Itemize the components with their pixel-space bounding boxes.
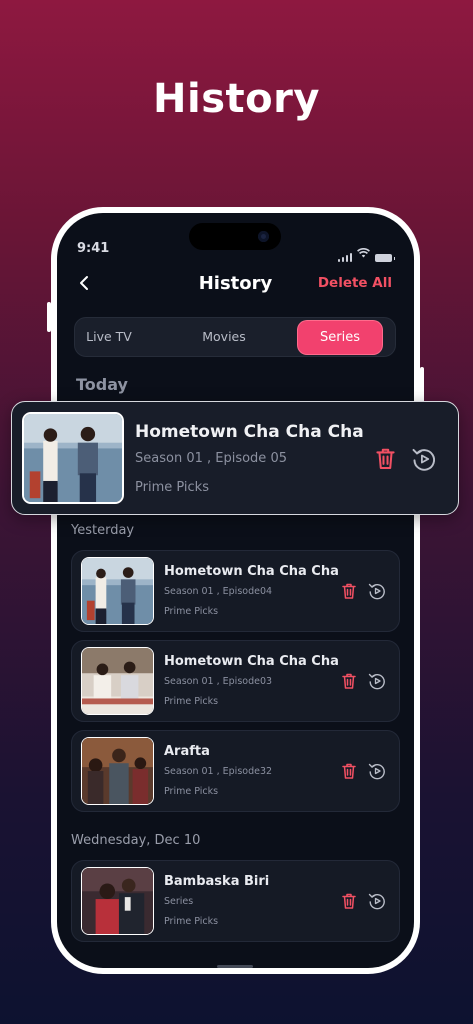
featured-provider: Prime Picks	[135, 480, 209, 495]
list-item[interactable]: Hometown Cha Cha Cha Season 01 , Episode…	[71, 640, 400, 722]
delete-all-button[interactable]: Delete All	[318, 275, 392, 291]
headline: History	[153, 76, 320, 122]
thumbnail	[81, 867, 154, 935]
app-screen: 9:41 History Delete All Live TV Movies S…	[57, 213, 414, 968]
item-title: Bambaska Biri	[164, 874, 270, 889]
thumbnail	[81, 737, 154, 805]
thumbnail	[81, 557, 154, 625]
item-title: Arafta	[164, 744, 210, 759]
tab-live-tv[interactable]: Live TV	[75, 318, 143, 356]
featured-thumbnail	[22, 412, 124, 504]
list-item[interactable]: Bambaska Biri Series Prime Picks	[71, 860, 400, 942]
section-today: Today	[76, 375, 128, 394]
replay-icon[interactable]	[367, 581, 387, 601]
trash-icon[interactable]	[339, 581, 359, 601]
section-yesterday: Yesterday	[71, 523, 135, 538]
replay-icon[interactable]	[367, 761, 387, 781]
replay-icon[interactable]	[410, 445, 438, 473]
list-item[interactable]: Arafta Season 01 , Episode32 Prime Picks	[71, 730, 400, 812]
tab-series[interactable]: Series	[298, 321, 382, 354]
thumbnail	[81, 647, 154, 715]
signal-icon	[337, 252, 352, 262]
section-wednesday: Wednesday, Dec 10	[71, 833, 201, 848]
dynamic-island	[189, 223, 281, 250]
list-item[interactable]: Hometown Cha Cha Cha Season 01 , Episode…	[71, 550, 400, 632]
status-time: 9:41	[77, 241, 110, 256]
item-subtitle: Season 01 , Episode03	[164, 676, 273, 687]
item-provider: Prime Picks	[164, 696, 219, 707]
item-subtitle: Season 01 , Episode32	[164, 766, 273, 777]
featured-history-card[interactable]: Hometown Cha Cha Cha Season 01 , Episode…	[11, 401, 459, 515]
trash-icon[interactable]	[339, 891, 359, 911]
wifi-icon	[357, 243, 370, 262]
replay-icon[interactable]	[367, 891, 387, 911]
item-subtitle: Season 01 , Episode04	[164, 586, 273, 597]
featured-title: Hometown Cha Cha Cha	[135, 422, 364, 442]
item-title: Hometown Cha Cha Cha	[164, 654, 339, 669]
trash-icon[interactable]	[339, 761, 359, 781]
item-provider: Prime Picks	[164, 916, 219, 927]
featured-subtitle: Season 01 , Episode 05	[135, 451, 287, 466]
trash-icon[interactable]	[372, 445, 399, 472]
battery-icon	[375, 254, 395, 262]
item-provider: Prime Picks	[164, 786, 219, 797]
item-provider: Prime Picks	[164, 606, 219, 617]
status-icons	[337, 243, 395, 262]
item-title: Hometown Cha Cha Cha	[164, 564, 339, 579]
home-indicator	[217, 965, 253, 968]
item-subtitle: Series	[164, 896, 194, 907]
tab-movies[interactable]: Movies	[183, 318, 265, 356]
trash-icon[interactable]	[339, 671, 359, 691]
category-tabs: Live TV Movies Series	[74, 317, 396, 357]
replay-icon[interactable]	[367, 671, 387, 691]
